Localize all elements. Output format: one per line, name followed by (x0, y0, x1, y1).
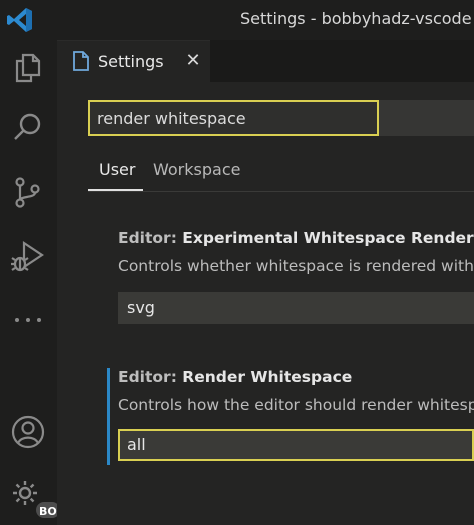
run-debug-button[interactable] (10, 238, 46, 274)
setting-description: Controls whether whitespace is rendered … (118, 257, 474, 275)
setting-title: Editor: Experimental Whitespace Renderin… (107, 227, 474, 249)
run-debug-icon (11, 240, 44, 272)
setting-description: Controls how the editor should render wh… (118, 396, 474, 414)
setting-title: Editor: Render Whitespace (107, 366, 474, 388)
close-icon[interactable]: ✕ (181, 49, 205, 73)
setting-category: Editor: (118, 368, 183, 386)
activity-bar: BO (0, 40, 62, 525)
more-views-button[interactable] (10, 302, 46, 338)
editor-tab-bar: Settings ✕ (57, 40, 474, 82)
settings-search-input[interactable] (88, 100, 379, 136)
setting-category: Editor: (118, 229, 183, 247)
setting-experimental-whitespace-rendering: Editor: Experimental Whitespace Renderin… (107, 227, 474, 327)
setting-name: Experimental Whitespace Rendering (182, 229, 474, 247)
active-tab-indicator (88, 189, 143, 191)
search-icon (14, 113, 41, 140)
tab-user[interactable]: User (99, 160, 135, 179)
setting-render-whitespace: Editor: Render Whitespace Controls how t… (107, 366, 474, 466)
ellipsis-icon (15, 318, 41, 322)
setting-name: Render Whitespace (182, 368, 353, 386)
setting-value-dropdown[interactable]: all (118, 429, 474, 461)
manage-button[interactable]: BO (10, 478, 62, 520)
file-icon (73, 51, 89, 71)
search-input-extension (379, 100, 474, 136)
source-control-button[interactable] (10, 174, 46, 210)
files-icon (15, 53, 41, 83)
explorer-button[interactable] (10, 50, 46, 86)
account-icon (11, 415, 45, 449)
settings-scope-tabs: User Workspace (88, 150, 474, 192)
vscode-window: Settings - bobbyhadz-vscode - b BO Setti… (0, 0, 474, 525)
accounts-button[interactable] (10, 414, 46, 450)
search-button[interactable] (10, 110, 46, 146)
source-control-icon (15, 177, 40, 208)
settings-editor: User Workspace Editor: Experimental Whit… (57, 82, 474, 525)
setting-value-dropdown[interactable]: svg (118, 292, 474, 324)
vscode-logo-icon[interactable] (6, 6, 34, 34)
window-title: Settings - bobbyhadz-vscode - b (240, 9, 474, 28)
title-bar: Settings - bobbyhadz-vscode - b (0, 0, 474, 40)
tab-workspace[interactable]: Workspace (153, 160, 240, 179)
tab-label: Settings (98, 52, 164, 71)
tab-settings[interactable]: Settings ✕ (57, 40, 210, 82)
